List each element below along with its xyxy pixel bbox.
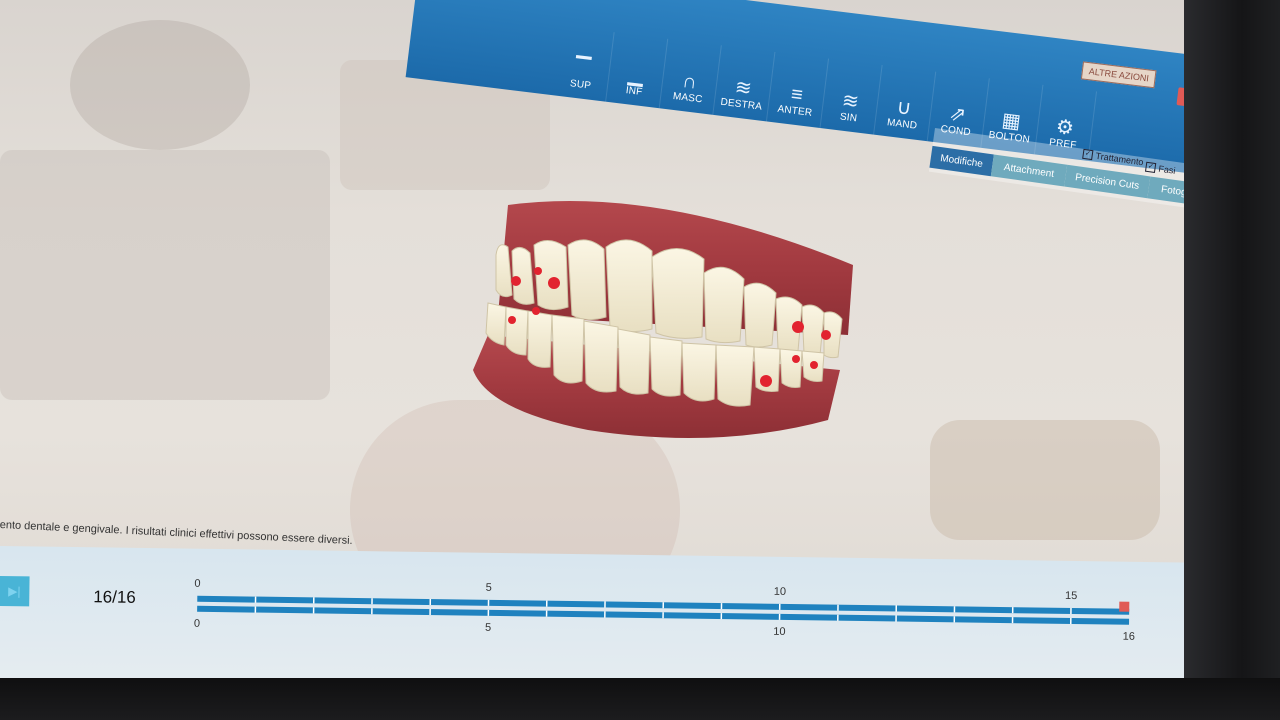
lower-tick-label: 16 (1123, 631, 1135, 643)
upper-tick-label: 5 (486, 582, 492, 594)
checkbox-label: Fasi (1157, 163, 1177, 176)
monitor-bezel-bottom (0, 678, 1280, 720)
arrow-down-icon: ▁ (627, 63, 646, 88)
upper-tick-label: 15 (1065, 590, 1077, 602)
monitor-bezel (1184, 0, 1280, 720)
checkbox-icon: ✓ (1082, 148, 1094, 161)
left-view-icon: ≋ (840, 89, 861, 114)
gear-icon: ⚙ (1054, 115, 1076, 140)
right-view-icon: ≋ (733, 76, 753, 101)
lower-tick-label: 0 (194, 618, 200, 630)
tool-label: INF (625, 85, 644, 99)
reflection (0, 150, 330, 400)
altre-azioni-button[interactable]: ALTRE AZIONI (1080, 61, 1157, 89)
checkbox-icon: ✓ (1144, 161, 1157, 174)
play-icon: ▶| (8, 584, 21, 599)
tool-sup-button[interactable]: ▔ SUP (552, 25, 615, 102)
lower-tick-label: 5 (485, 622, 491, 634)
front-view-icon: ≡ (789, 83, 804, 107)
calculator-icon: ▦ (1000, 109, 1022, 134)
tool-destra-button[interactable]: ≋ DESTRA (713, 45, 776, 122)
reflection (70, 20, 250, 150)
tool-mand-button[interactable]: ∪ MAND (874, 65, 937, 142)
play-button[interactable]: ▶| (0, 575, 30, 607)
upper-tick-label: 0 (194, 578, 200, 590)
tool-label: MAND (886, 117, 918, 132)
screen: ▔ SUP ▁ INF ∩ MASC ≋ DESTRA ≡ ANTER ≋ SI… (0, 0, 1280, 720)
arrow-up-icon: ▔ (573, 56, 592, 81)
tool-sin-button[interactable]: ≋ SIN (820, 58, 883, 135)
tool-label: SIN (839, 111, 858, 125)
tool-label: DESTRA (719, 96, 763, 113)
disclaimer-text: ento dentale e gengivale. I risultati cl… (0, 519, 353, 548)
stage-timeline[interactable]: 0 5 10 15 0 5 10 16 (189, 569, 1150, 652)
arc-icon: ∩ (681, 69, 699, 94)
reflection (930, 420, 1160, 540)
tool-label: ANTER (776, 103, 813, 119)
stage-player-bar: ▶| 16/16 0 5 10 15 0 5 10 16 (0, 546, 1200, 695)
lower-tick-label: 10 (773, 626, 785, 638)
stage-counter: 16/16 (93, 587, 136, 607)
tool-label: SUP (569, 78, 592, 92)
upper-tick-label: 10 (774, 586, 786, 598)
dental-3d-model[interactable] (468, 195, 858, 450)
current-stage-marker (1119, 601, 1130, 612)
tool-masc-button[interactable]: ∩ MASC (659, 38, 722, 115)
share-icon: ⇗ (947, 102, 968, 127)
tool-anter-button[interactable]: ≡ ANTER (766, 52, 830, 129)
jaw-icon: ∪ (895, 96, 913, 120)
tool-label: MASC (672, 90, 704, 106)
tool-inf-button[interactable]: ▁ INF (606, 32, 669, 109)
